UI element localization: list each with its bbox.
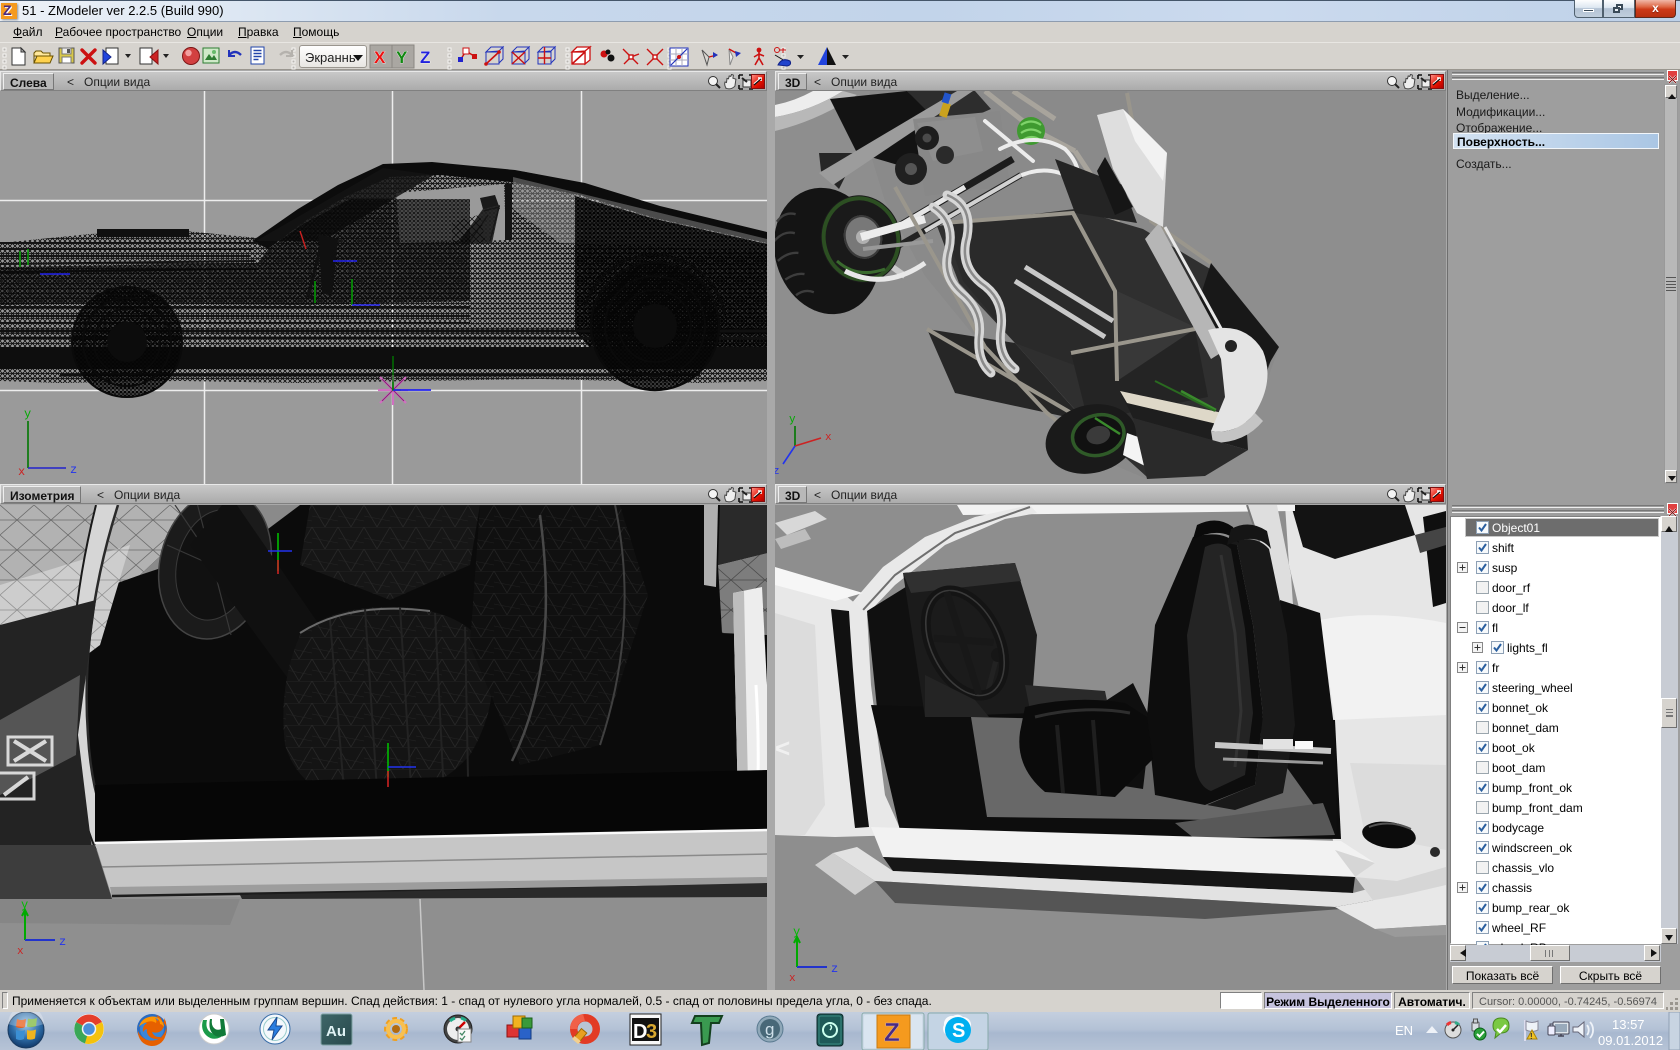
svg-text:y: y	[793, 925, 800, 939]
svg-text:z: z	[70, 463, 77, 477]
svg-text:z: z	[775, 466, 780, 478]
svg-text:x: x	[825, 432, 832, 444]
svg-text:Z: Z	[420, 48, 430, 67]
svg-text:y: y	[24, 407, 31, 421]
svg-text:!: !	[1530, 1032, 1533, 1041]
svg-text:EN: EN	[1395, 1023, 1413, 1038]
svg-text:Y: Y	[396, 48, 408, 67]
svg-text:x: x	[18, 465, 25, 479]
svg-text:3: 3	[646, 1021, 657, 1043]
svg-text:Au: Au	[326, 1023, 346, 1040]
svg-text:<: <	[775, 733, 790, 763]
svg-text:09.01.2012: 09.01.2012	[1598, 1033, 1663, 1048]
svg-text:S: S	[952, 1020, 965, 1042]
svg-text:Z: Z	[884, 1017, 900, 1047]
svg-text:y: y	[21, 898, 28, 912]
svg-text:x: x	[17, 946, 24, 958]
svg-text:y: y	[789, 414, 796, 426]
svg-text:g: g	[765, 1020, 774, 1039]
svg-text:X: X	[374, 48, 386, 67]
svg-text:z: z	[59, 935, 66, 949]
svg-text:13:57: 13:57	[1612, 1017, 1645, 1032]
svg-text:x: x	[789, 973, 796, 985]
svg-text:z: z	[831, 962, 838, 976]
